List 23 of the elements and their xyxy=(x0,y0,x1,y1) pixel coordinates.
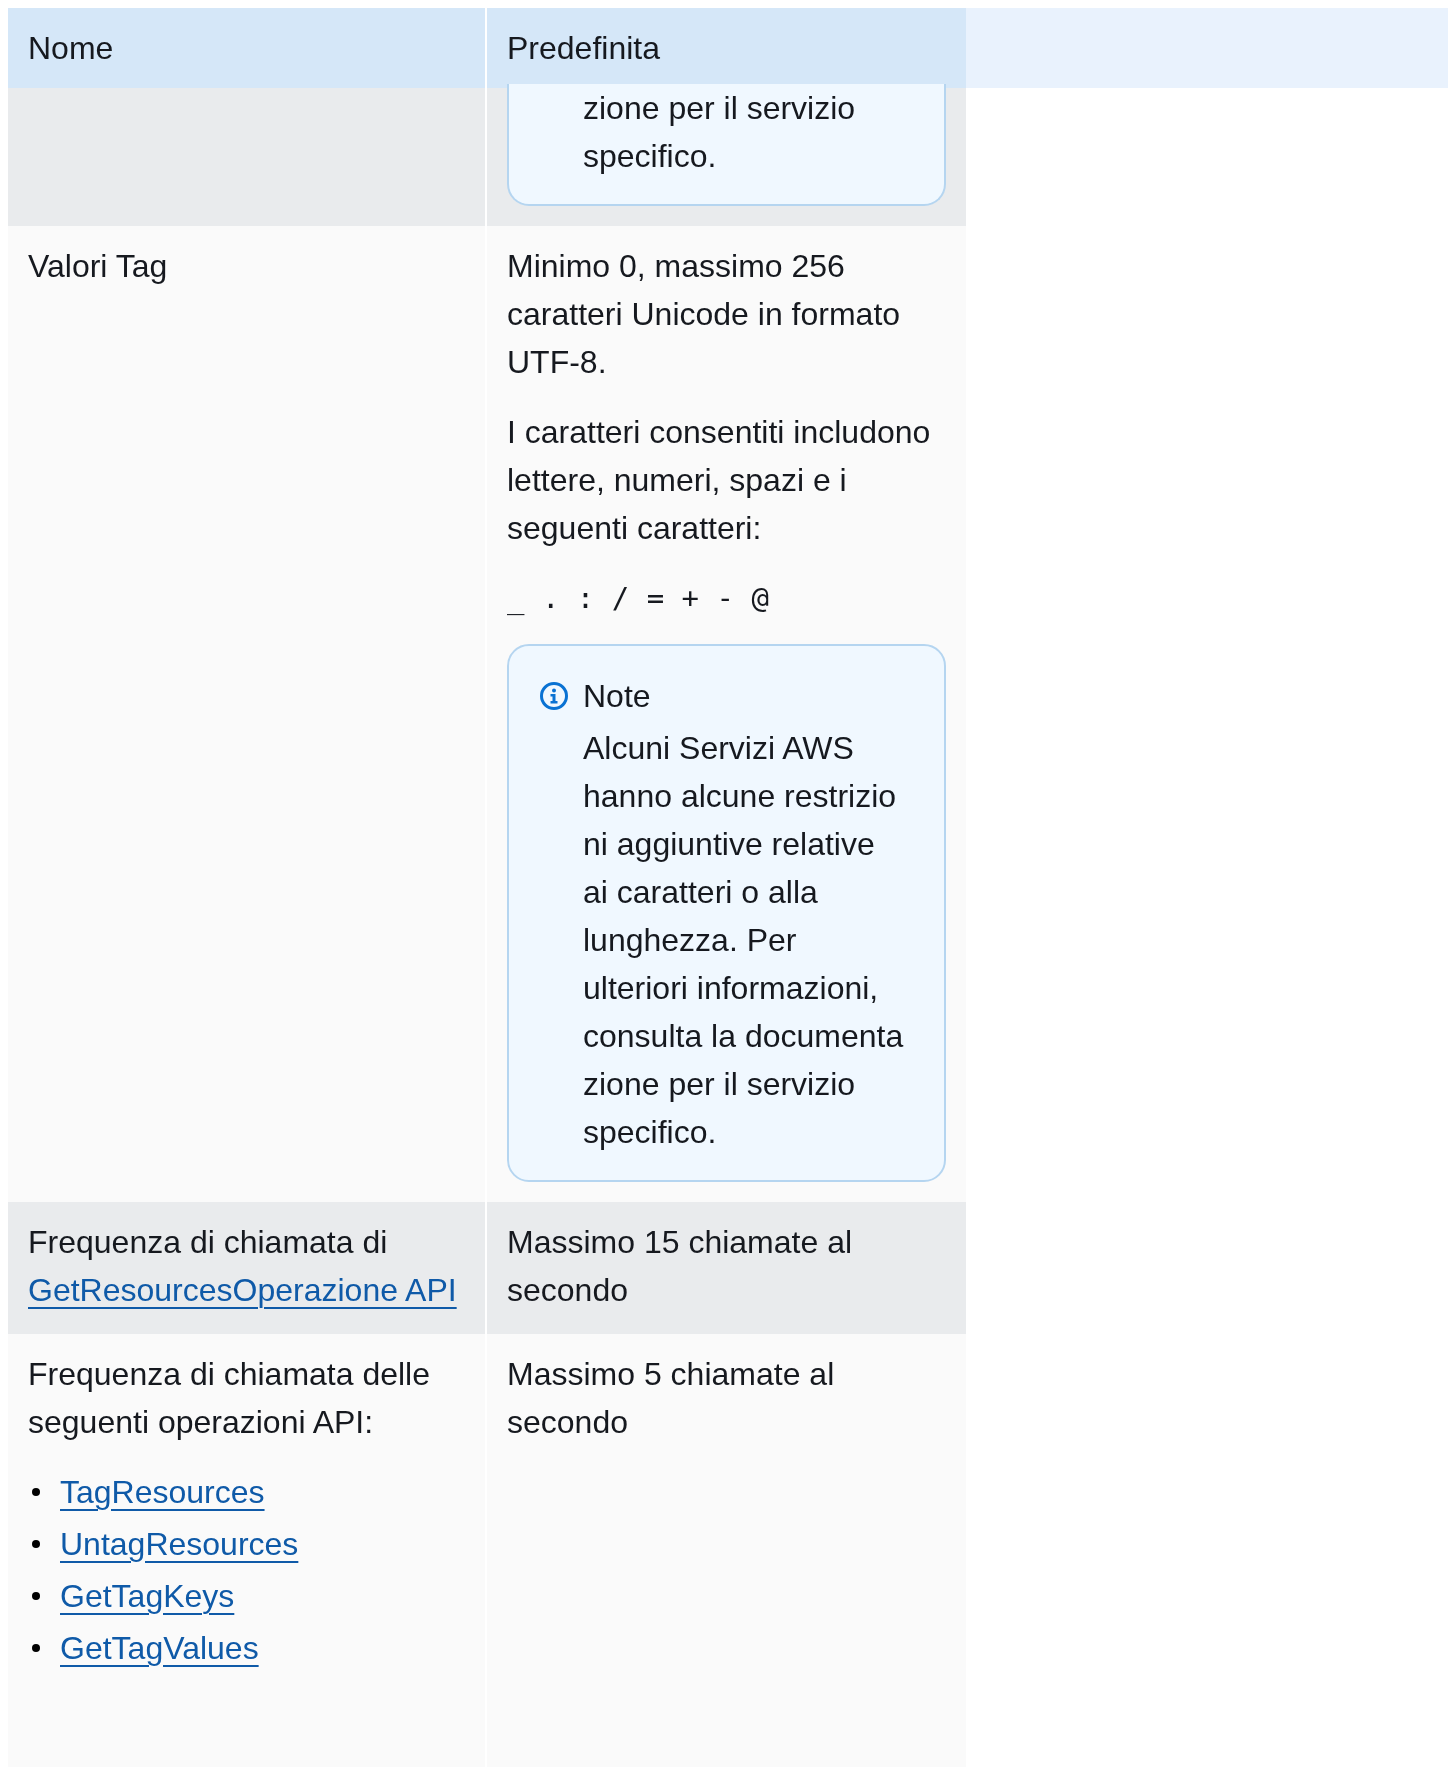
info-icon xyxy=(539,681,569,711)
cell-text: Valori Tag xyxy=(28,247,169,286)
cell-text: Massimo 5 chiamate al secondo xyxy=(507,1355,836,1442)
api-link[interactable]: TagResources xyxy=(60,1468,265,1516)
cell-text: Massimo 15 chiamate al secondo xyxy=(507,1223,854,1310)
cell-text: I caratteri consentiti includono lettere, numeri, spazi e i seguenti caratteri: xyxy=(507,413,932,548)
api-link[interactable]: GetResourcesOperazione API xyxy=(28,1272,457,1308)
cell-text: Frequenza di chiamata di GetResourcesOperazione API xyxy=(28,1223,458,1310)
note-text: Alcuni Servizi AWS hanno alcune restrizio ni aggiuntive relative ai caratteri o alla lunghezza. Per ulteriori informazioni, consulta la documenta zione per il servizio specifico. xyxy=(583,729,904,1152)
note-title: Note xyxy=(583,677,652,716)
cell-text: Minimo 0, massimo 256 caratteri Unicode in formato UTF-8. xyxy=(507,247,902,382)
bullet-icon xyxy=(32,1592,40,1600)
cell-text: Frequenza di chiamata delle seguenti operazioni API: xyxy=(28,1355,431,1442)
bullet-icon xyxy=(32,1644,40,1652)
column-header: Predefinita xyxy=(487,8,966,88)
bullet-icon xyxy=(32,1540,40,1548)
bullet-icon xyxy=(32,1488,40,1496)
note-text: zione per il servizio specifico. xyxy=(583,89,856,176)
column-header: Nome xyxy=(8,8,487,88)
api-link[interactable]: UntagResources xyxy=(60,1520,299,1568)
api-link[interactable]: GetTagKeys xyxy=(60,1572,235,1620)
api-link[interactable]: GetTagValues xyxy=(60,1624,259,1672)
code-text: _ . : / = + - @ xyxy=(507,580,770,617)
